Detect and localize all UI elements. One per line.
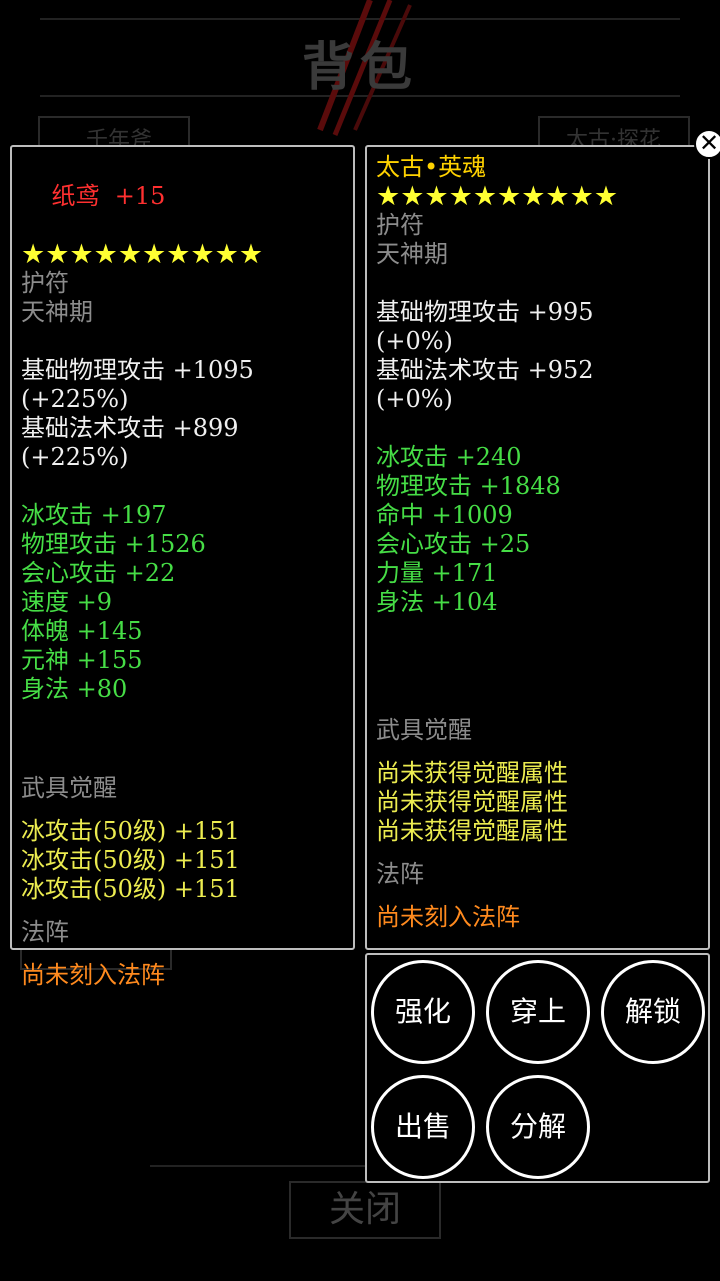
- array-value: 尚未刻入法阵: [376, 903, 520, 931]
- close-icon[interactable]: ✕: [694, 129, 720, 159]
- item-name: 纸鸢: [51, 182, 100, 210]
- item-type: 护符: [21, 269, 69, 297]
- awaken-stat: 冰攻击(50级) +151: [21, 846, 240, 874]
- item-stage: 天神期: [376, 240, 448, 268]
- item-type: 护符: [376, 211, 424, 239]
- bonus-stat: 命中 +1009: [376, 501, 513, 529]
- sell-button[interactable]: 出售: [371, 1075, 475, 1179]
- base-stat: (+0%): [376, 327, 453, 355]
- base-stat: (+225%): [21, 443, 129, 471]
- item-actions-panel: 强化 穿上 解锁 出售 分解: [365, 953, 710, 1183]
- equip-button[interactable]: 穿上: [486, 960, 590, 1064]
- decompose-button[interactable]: 分解: [486, 1075, 590, 1179]
- item-name: 太古•英魂: [376, 153, 487, 181]
- base-stat: 基础物理攻击 +1095: [21, 356, 254, 384]
- item-level: +15: [114, 182, 166, 210]
- awaken-stat: 冰攻击(50级) +151: [21, 817, 240, 845]
- bonus-stat: 体魄 +145: [21, 617, 143, 645]
- base-stat: 基础物理攻击 +995: [376, 298, 594, 326]
- bonus-stat: 物理攻击 +1848: [376, 472, 561, 500]
- bonus-stat: 速度 +9: [21, 588, 113, 616]
- base-stat: (+225%): [21, 385, 129, 413]
- awaken-stat: 尚未获得觉醒属性: [376, 759, 568, 787]
- bonus-stat: 身法 +104: [376, 588, 498, 616]
- item-stage: 天神期: [21, 298, 93, 326]
- close-button[interactable]: 关闭: [289, 1181, 441, 1239]
- bonus-stat: 元神 +155: [21, 646, 143, 674]
- selected-item-panel: 太古•英魂 ★★★★★★★★★★ 护符 天神期 基础物理攻击 +995 (+0%…: [365, 145, 710, 950]
- star-rating: ★★★★★★★★★★: [21, 239, 264, 270]
- awaken-label: 武具觉醒: [21, 774, 117, 802]
- bonus-stat: 力量 +171: [376, 559, 498, 587]
- bonus-stat: 会心攻击 +25: [376, 530, 531, 558]
- base-stat: 基础法术攻击 +952: [376, 356, 594, 384]
- unlock-button[interactable]: 解锁: [601, 960, 705, 1064]
- bonus-stat: 会心攻击 +22: [21, 559, 176, 587]
- array-value: 尚未刻入法阵: [21, 961, 165, 989]
- enhance-button[interactable]: 强化: [371, 960, 475, 1064]
- awaken-stat: 冰攻击(50级) +151: [21, 875, 240, 903]
- bonus-stat: 冰攻击 +240: [376, 443, 522, 471]
- bonus-stat: 物理攻击 +1526: [21, 530, 206, 558]
- awaken-stat: 尚未获得觉醒属性: [376, 788, 568, 816]
- array-label: 法阵: [376, 860, 424, 888]
- bonus-stat: 冰攻击 +197: [21, 501, 167, 529]
- star-rating: ★★★★★★★★★★: [376, 181, 619, 212]
- bonus-stat: 身法 +80: [21, 675, 128, 703]
- equipped-item-panel: 纸鸢 +15 ★★★★★★★★★★ 护符 天神期 基础物理攻击 +1095 (+…: [10, 145, 355, 989]
- base-stat: (+0%): [376, 385, 453, 413]
- awaken-stat: 尚未获得觉醒属性: [376, 817, 568, 845]
- item-title: 纸鸢 +15: [21, 153, 353, 240]
- array-label: 法阵: [21, 918, 69, 946]
- base-stat: 基础法术攻击 +899: [21, 414, 239, 442]
- awaken-label: 武具觉醒: [376, 716, 472, 744]
- inventory-title: 背包: [301, 37, 418, 98]
